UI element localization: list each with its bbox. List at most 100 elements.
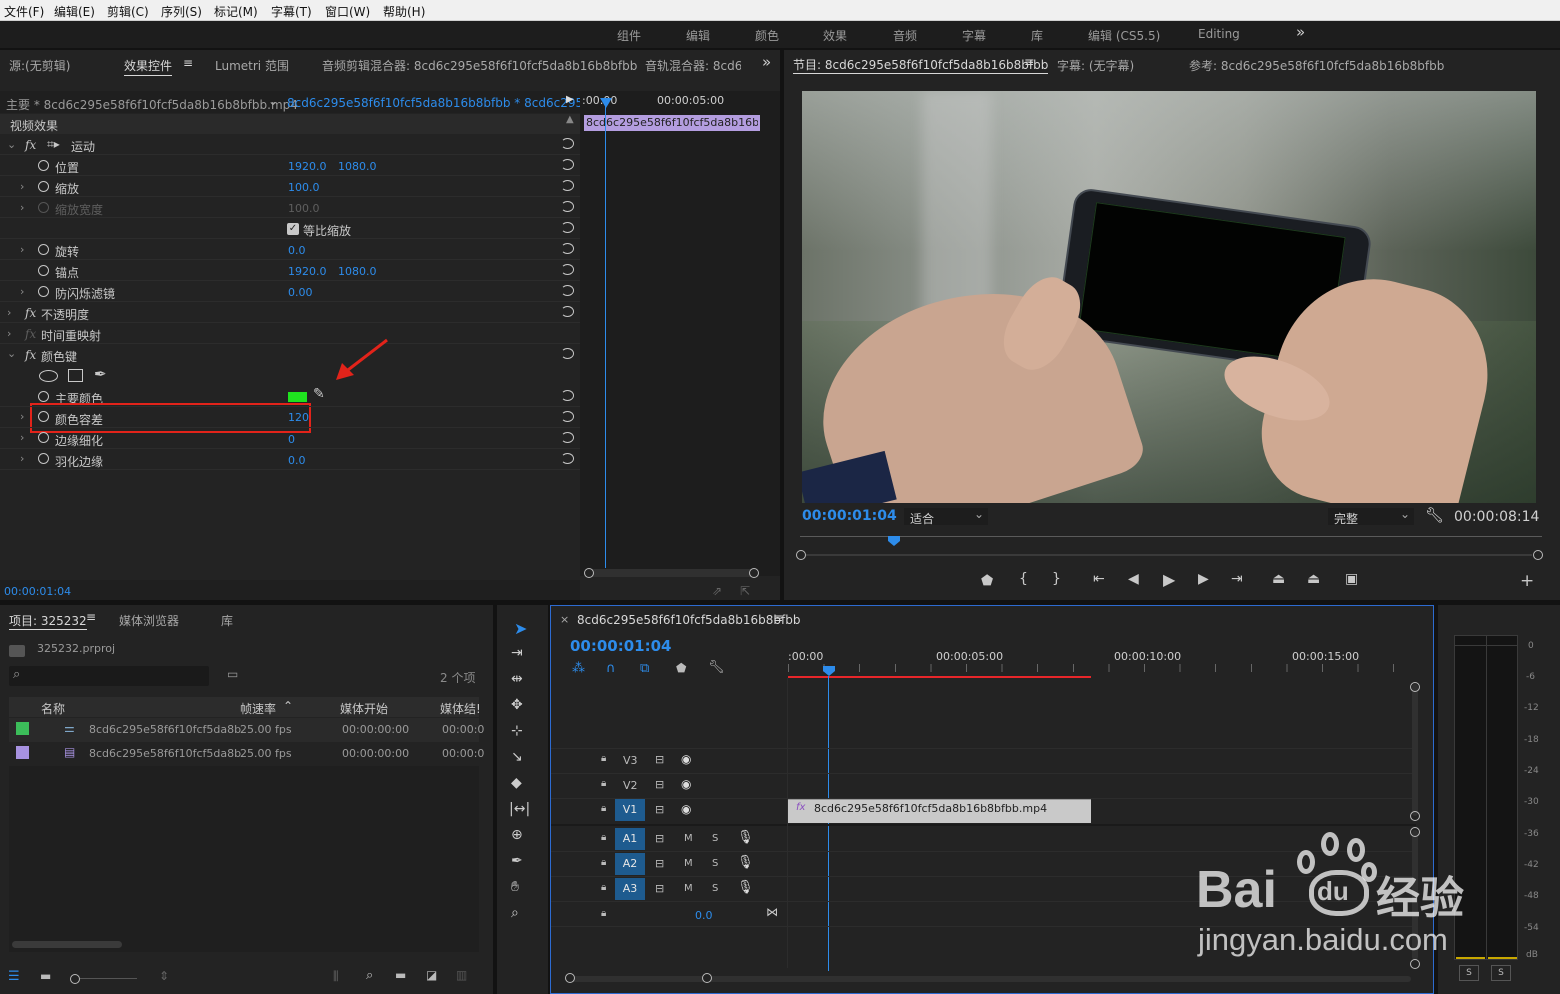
flicker-value[interactable]: 0.00	[288, 286, 313, 299]
tab-program[interactable]: 节目: 8cd6c295e58f6f10fcf5da8b16b8bfbb	[793, 56, 1049, 74]
horizontal-scrollbar[interactable]	[568, 976, 1411, 982]
hand-tool-icon[interactable]: ✋︎	[511, 879, 519, 895]
chevron-right-icon[interactable]: ›	[20, 201, 24, 214]
workspace-cs55[interactable]: 编辑 (CS5.5)	[1088, 27, 1160, 44]
wrench-icon[interactable]: 🔧︎	[708, 660, 725, 675]
vertical-scrollbar[interactable]	[1412, 684, 1418, 816]
lock-icon[interactable]: 🔒︎	[601, 803, 606, 814]
eyedropper-icon[interactable]: ✎	[313, 386, 325, 402]
reset-icon[interactable]	[561, 138, 574, 149]
collapse-up-icon[interactable]: ▲	[566, 114, 574, 125]
chevron-expanded-icon[interactable]: ⌄	[7, 347, 16, 360]
workspace-libraries[interactable]: 库	[1031, 27, 1043, 44]
ec-master-clip[interactable]: 主要 * 8cd6c295e58f6f10fcf5da8b16b8bfbb.mp…	[6, 96, 298, 113]
col-media-start[interactable]: 媒体开始	[340, 700, 388, 717]
eye-icon[interactable]: ◉	[681, 802, 691, 816]
col-name[interactable]: 名称	[41, 700, 65, 717]
play-icon[interactable]: ▶︎	[1163, 570, 1175, 589]
solo-button[interactable]: S	[712, 833, 718, 844]
chevron-right-icon[interactable]: ›	[7, 306, 11, 319]
menu-file[interactable]: 文件(F)	[4, 3, 44, 20]
project-search-input[interactable]	[9, 666, 209, 686]
master-volume-value[interactable]: 0.0	[695, 909, 713, 922]
new-item-icon[interactable]: ◪	[426, 968, 437, 982]
ec-zoom-handle-right[interactable]	[749, 568, 759, 578]
chevron-right-icon[interactable]: ›	[7, 327, 11, 340]
track-target-a1[interactable]: A1	[615, 828, 645, 850]
solo-button[interactable]: S	[712, 858, 718, 869]
pen-mask-icon[interactable]: ✒	[94, 365, 107, 383]
tab-lumetri-scopes[interactable]: Lumetri 范围	[215, 57, 289, 74]
stopwatch-icon[interactable]	[38, 160, 49, 171]
solo-button[interactable]: S	[712, 883, 718, 894]
edge-thin-value[interactable]: 0	[288, 433, 295, 446]
program-timecode[interactable]: 00:00:01:04	[802, 508, 897, 524]
wrench-icon[interactable]: 🔧︎	[1425, 506, 1444, 524]
reset-icon[interactable]	[561, 411, 574, 422]
scroll-handle[interactable]	[1410, 959, 1420, 969]
add-button-icon[interactable]: +	[1520, 571, 1534, 591]
chevron-right-icon[interactable]: ›	[20, 431, 24, 444]
snap-icon[interactable]: ∩	[606, 661, 616, 676]
menu-sequence[interactable]: 序列(S)	[161, 3, 202, 20]
track-select-tool-icon[interactable]: ⇥	[511, 645, 523, 661]
key-color-swatch[interactable]	[288, 392, 307, 402]
tab-reference[interactable]: 参考: 8cd6c295e58f6f10fcf5da8b16b8bfbb	[1189, 57, 1444, 74]
ec-sequence-clip[interactable]: 8cd6c295e58f6f10fcf5da8b16b8bfbb * 8cd6c…	[287, 96, 602, 110]
workspace-assembly[interactable]: 组件	[617, 27, 641, 44]
tabs-more-icon[interactable]: »	[762, 53, 771, 71]
add-marker-icon[interactable]: ⬟	[981, 573, 993, 589]
microphone-icon[interactable]: 🎙︎	[737, 880, 754, 895]
ellipse-mask-icon[interactable]	[39, 370, 58, 382]
sort-icon[interactable]: ⇕	[159, 969, 169, 983]
reset-icon[interactable]	[561, 243, 574, 254]
reset-icon[interactable]	[561, 159, 574, 170]
find-icon[interactable]: ⌕	[366, 968, 373, 983]
fx-badge-icon[interactable]: fx	[25, 306, 36, 320]
scroll-handle[interactable]	[1410, 811, 1420, 821]
zoom-tool-icon[interactable]: ⌕	[511, 905, 519, 921]
lock-icon[interactable]: 🔒︎	[601, 753, 606, 764]
menu-edit[interactable]: 编辑(E)	[54, 3, 95, 20]
reset-icon[interactable]	[561, 264, 574, 275]
tab-media-browser[interactable]: 媒体浏览器	[119, 612, 179, 629]
filter-icon[interactable]: ⇗	[712, 584, 722, 598]
program-ruler[interactable]	[800, 536, 1542, 537]
slip-tool-icon[interactable]: |↔|	[509, 801, 530, 817]
trash-icon[interactable]: ▥	[456, 968, 467, 982]
razor-tool-icon[interactable]: ◆	[511, 775, 522, 791]
sync-lock-icon[interactable]: ⊟	[655, 832, 664, 845]
vertical-scrollbar[interactable]	[1412, 830, 1418, 960]
rate-stretch-tool-icon[interactable]: ⊹	[511, 723, 523, 739]
step-forward-icon[interactable]: ▶︎	[1198, 571, 1209, 587]
mark-in-icon[interactable]: {	[1019, 571, 1028, 587]
go-to-in-icon[interactable]: ⇤	[1093, 571, 1105, 587]
scroll-handle[interactable]	[1410, 682, 1420, 692]
chevron-down-icon[interactable]: ⌄	[1400, 507, 1410, 521]
menu-title[interactable]: 字幕(T)	[271, 3, 312, 20]
lock-icon[interactable]: 🔒︎	[601, 882, 606, 893]
position-y-value[interactable]: 1080.0	[338, 160, 377, 173]
eye-icon[interactable]: ◉	[681, 752, 691, 766]
chevron-down-icon[interactable]: ⌄	[268, 94, 278, 108]
ripple-edit-tool-icon[interactable]: ⇹	[511, 671, 523, 687]
stopwatch-icon[interactable]	[38, 265, 49, 276]
timeline-timecode[interactable]: 00:00:01:04	[570, 637, 672, 655]
uniform-scale-checkbox[interactable]: ✓	[287, 223, 299, 235]
lock-icon[interactable]: 🔒︎	[601, 778, 606, 789]
panel-menu-icon[interactable]: ≡	[773, 611, 783, 625]
col-framerate[interactable]: 帧速率	[240, 700, 276, 717]
reset-icon[interactable]	[561, 222, 574, 233]
microphone-icon[interactable]: 🎙︎	[737, 855, 754, 870]
sync-lock-icon[interactable]: ⊟	[655, 857, 664, 870]
tab-audio-clip-mixer[interactable]: 音频剪辑混合器: 8cd6c295e58f6f10fcf5da8b16b8bfb…	[322, 57, 637, 74]
export-icon[interactable]: ⇱	[740, 584, 750, 598]
mark-out-icon[interactable]: }	[1052, 571, 1061, 587]
scroll-handle[interactable]	[1410, 827, 1420, 837]
reset-icon[interactable]	[561, 390, 574, 401]
step-back-icon[interactable]: ◀︎	[1128, 571, 1139, 587]
position-x-value[interactable]: 1920.0	[288, 160, 327, 173]
anchor-y-value[interactable]: 1080.0	[338, 265, 377, 278]
tab-source[interactable]: 源:(无剪辑)	[9, 57, 70, 74]
new-bin-search-icon[interactable]: ▭	[227, 667, 238, 681]
